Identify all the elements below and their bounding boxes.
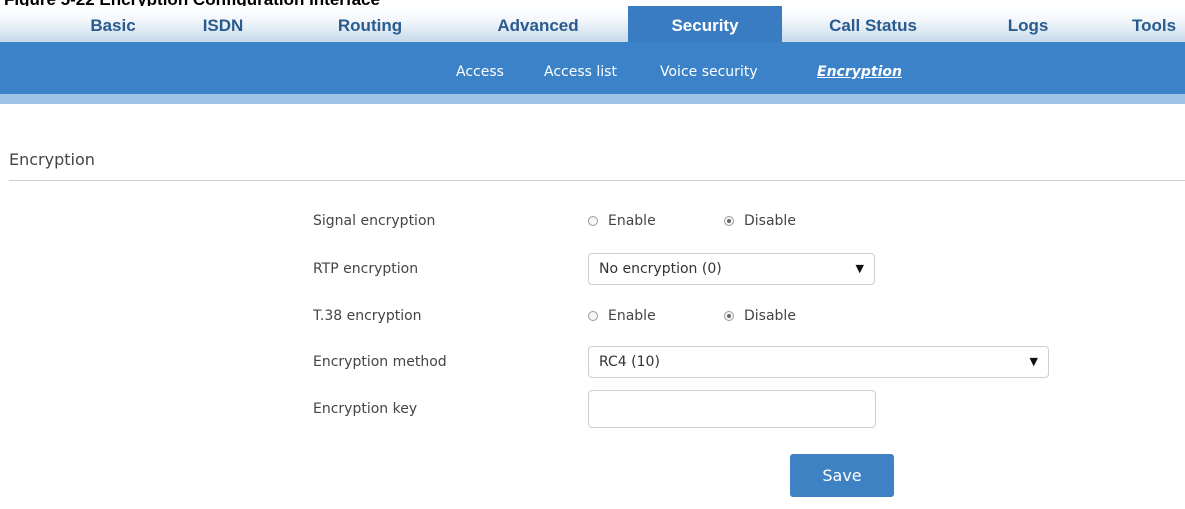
chevron-down-icon: ▼ — [855, 262, 864, 275]
t38-encryption-enable-label: Enable — [608, 308, 656, 324]
section-divider — [9, 180, 1185, 181]
encryption-key-label: Encryption key — [313, 401, 418, 417]
nav-tab-logs[interactable]: Logs — [1008, 6, 1049, 42]
t38-encryption-disable-label: Disable — [744, 308, 796, 324]
rtp-encryption-select[interactable]: No encryption (0) ▼ — [588, 253, 875, 285]
encryption-method-select[interactable]: RC4 (10) ▼ — [588, 346, 1049, 378]
chevron-down-icon: ▼ — [1029, 355, 1038, 368]
signal-encryption-enable-option[interactable]: Enable — [588, 213, 656, 229]
signal-encryption-label: Signal encryption — [313, 213, 436, 229]
nav-tab-basic[interactable]: Basic — [90, 6, 135, 42]
rtp-encryption-value: No encryption (0) — [599, 261, 722, 277]
encryption-method-label: Encryption method — [313, 354, 447, 370]
nav-tab-call-status[interactable]: Call Status — [829, 6, 917, 42]
nav-tab-advanced[interactable]: Advanced — [497, 6, 578, 42]
signal-encryption-enable-label: Enable — [608, 213, 656, 229]
t38-encryption-enable-radio[interactable] — [588, 311, 598, 321]
subnav-divider — [0, 94, 1185, 104]
encryption-method-value: RC4 (10) — [599, 354, 660, 370]
encryption-key-input[interactable] — [588, 390, 876, 428]
signal-encryption-disable-radio[interactable] — [724, 216, 734, 226]
subnav-encryption[interactable]: Encryption — [817, 64, 902, 80]
subnav-voice-security[interactable]: Voice security — [660, 64, 758, 80]
save-button[interactable]: Save — [790, 454, 894, 497]
nav-tab-isdn[interactable]: ISDN — [203, 6, 244, 42]
nav-tab-tools[interactable]: Tools — [1132, 6, 1176, 42]
t38-encryption-enable-option[interactable]: Enable — [588, 308, 656, 324]
signal-encryption-disable-option[interactable]: Disable — [724, 213, 796, 229]
sub-nav: Access Access list Voice security Encryp… — [0, 42, 1185, 104]
subnav-access-list[interactable]: Access list — [544, 64, 617, 80]
rtp-encryption-label: RTP encryption — [313, 261, 419, 277]
t38-encryption-disable-radio[interactable] — [724, 311, 734, 321]
section-title: Encryption — [9, 150, 95, 169]
main-nav: Basic ISDN Routing Advanced Security Cal… — [0, 6, 1185, 42]
t38-encryption-disable-option[interactable]: Disable — [724, 308, 796, 324]
t38-encryption-label: T.38 encryption — [313, 308, 422, 324]
nav-tab-security[interactable]: Security — [628, 6, 782, 42]
signal-encryption-enable-radio[interactable] — [588, 216, 598, 226]
signal-encryption-disable-label: Disable — [744, 213, 796, 229]
subnav-access[interactable]: Access — [456, 64, 504, 80]
nav-tab-routing[interactable]: Routing — [338, 6, 402, 42]
